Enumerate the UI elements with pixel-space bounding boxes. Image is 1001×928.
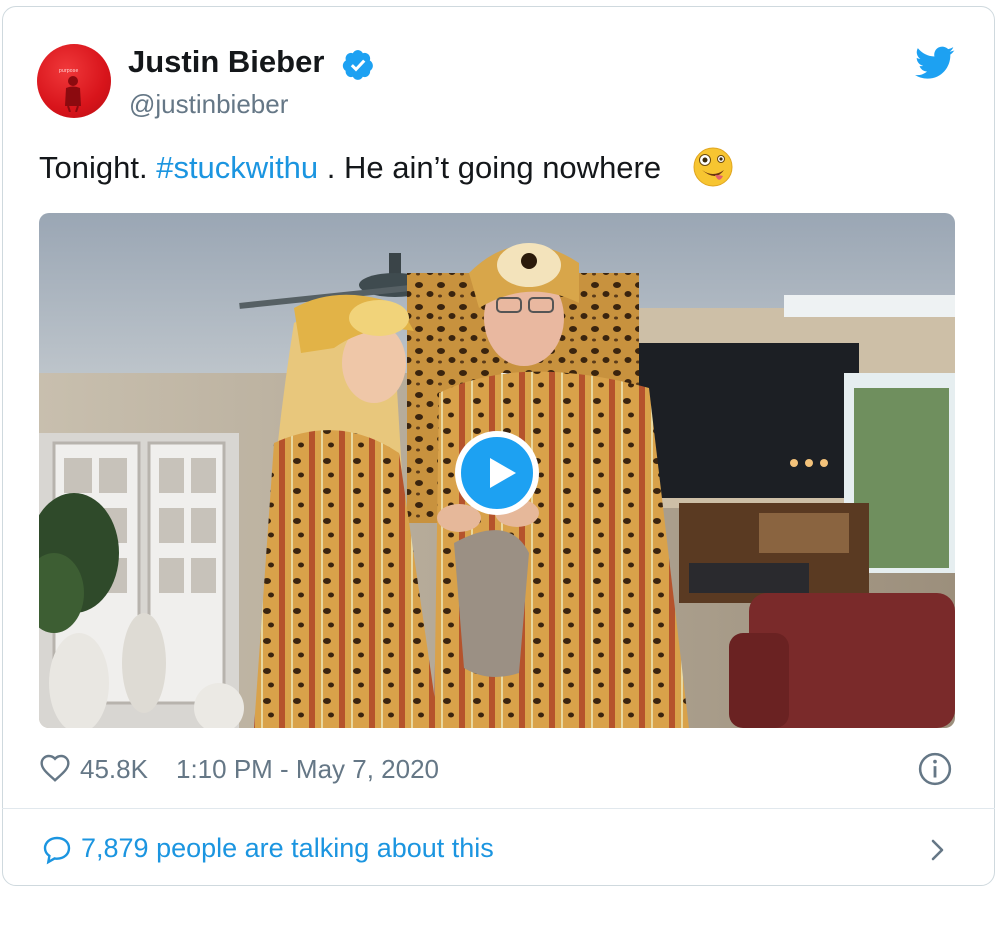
twitter-bird-icon[interactable]	[915, 46, 955, 80]
avatar-figure-icon	[65, 76, 81, 112]
conversation-link[interactable]: 7,879 people are talking about this	[81, 833, 494, 864]
heart-icon[interactable]	[39, 752, 71, 784]
tweet-text-part: Tonight.	[39, 150, 157, 185]
tweet-text-part: . He ain’t going nowhere	[318, 150, 662, 185]
play-button[interactable]	[455, 431, 539, 515]
tweet-timestamp[interactable]: 1:10 PM - May 7, 2020	[176, 754, 439, 785]
hashtag-link[interactable]: #stuckwithu	[156, 150, 318, 185]
author-name[interactable]: Justin Bieber	[128, 44, 324, 80]
avatar[interactable]: purpose	[37, 44, 111, 118]
tweet-text: Tonight. #stuckwithu . He ain’t going no…	[39, 150, 661, 186]
speech-bubble-icon[interactable]	[41, 834, 73, 866]
zany-face-emoji	[693, 147, 733, 187]
verified-badge-icon	[342, 50, 373, 80]
info-icon[interactable]	[918, 752, 952, 786]
like-count[interactable]: 45.8K	[80, 754, 148, 785]
chevron-right-icon[interactable]	[928, 836, 948, 864]
divider	[2, 808, 995, 809]
author-handle[interactable]: @justinbieber	[129, 89, 288, 120]
